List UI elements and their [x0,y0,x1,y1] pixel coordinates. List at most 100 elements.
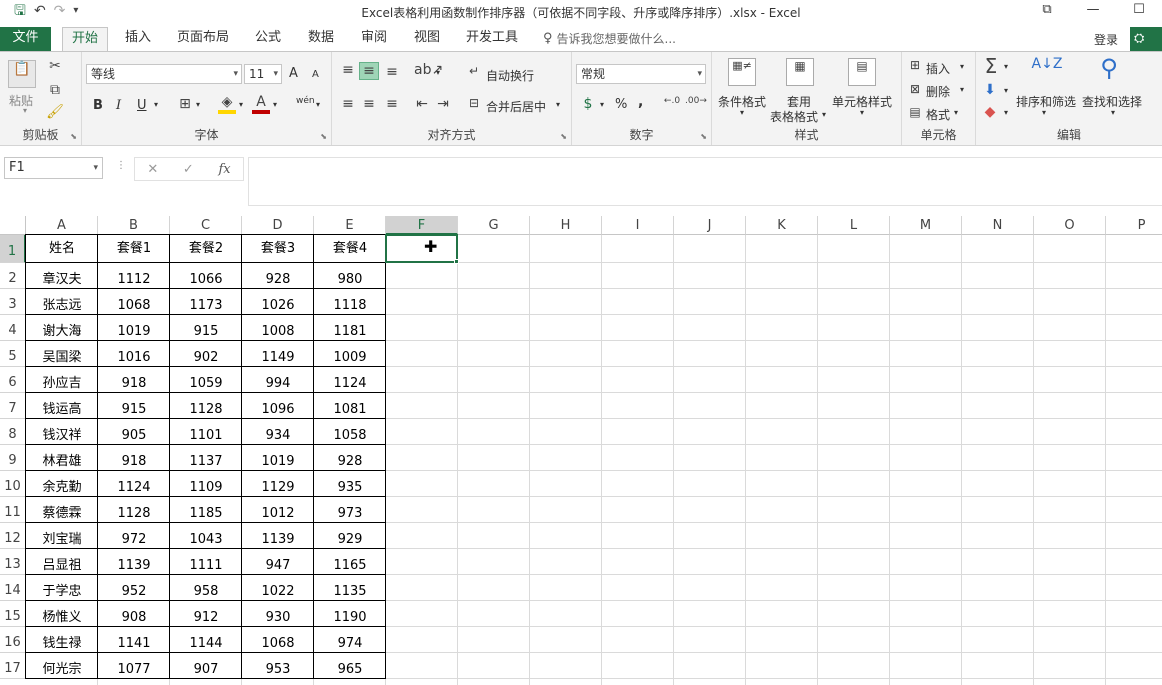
table-cell[interactable]: 1144 [170,631,242,657]
comma-style-button[interactable]: , [638,94,643,110]
dialog-launcher-icon[interactable]: ⬊ [560,132,567,141]
formula-bar-splitter[interactable]: ⋮ [116,160,126,171]
column-header-m[interactable]: M [890,216,962,235]
table-cell[interactable]: 余克勤 [26,475,98,501]
find-select-icon[interactable]: ⚲ [1094,54,1124,82]
table-header-cell[interactable]: 套餐2 [170,235,242,263]
table-cell[interactable]: 1124 [314,371,386,397]
copy-icon[interactable]: ⧉ [46,82,64,98]
table-cell[interactable]: 1124 [98,475,170,501]
table-cell[interactable]: 1019 [242,449,314,475]
table-cell[interactable]: 1101 [170,423,242,449]
table-cell[interactable]: 钱生禄 [26,631,98,657]
tab-review[interactable]: 审阅 [354,27,394,51]
table-cell[interactable]: 915 [170,319,242,345]
table-cell[interactable]: 902 [170,345,242,371]
table-cell[interactable]: 915 [98,397,170,423]
merge-dropdown-icon[interactable]: ▾ [556,100,560,109]
align-right-icon[interactable]: ≡ [382,96,402,112]
align-bottom-icon[interactable]: ≡ [382,64,402,80]
table-cell[interactable]: 杨惟义 [26,605,98,631]
column-header-n[interactable]: N [962,216,1034,235]
table-cell[interactable]: 974 [314,631,386,657]
column-header-d[interactable]: D [242,216,314,235]
decrease-font-size-icon[interactable]: A [312,69,319,80]
table-cell[interactable]: 孙应吉 [26,371,98,397]
enter-icon[interactable]: ✓ [183,162,194,177]
table-cell[interactable]: 980 [314,267,386,293]
autosum-icon[interactable]: Σ [980,54,1002,78]
cell-styles-icon[interactable]: ▤ [848,58,876,86]
row-header-2[interactable]: 2 [0,263,26,289]
table-cell[interactable]: 1118 [314,293,386,319]
table-cell[interactable]: 谢大海 [26,319,98,345]
row-header-5[interactable]: 5 [0,341,26,367]
delete-cells-button[interactable]: 删除 [926,83,950,100]
sort-dropdown-icon[interactable]: ▾ [1042,108,1046,117]
row-header-17[interactable]: 17 [0,653,26,679]
wrap-text-icon[interactable]: ↵ [466,64,482,78]
cond-format-dropdown-icon[interactable]: ▾ [740,108,744,117]
accounting-dropdown-icon[interactable]: ▾ [600,100,604,109]
dialog-launcher-icon[interactable]: ⬊ [700,132,707,141]
table-cell[interactable]: 钱运高 [26,397,98,423]
table-cell[interactable]: 1165 [314,553,386,579]
borders-icon[interactable]: ⊞ [176,96,194,112]
column-header-k[interactable]: K [746,216,818,235]
orientation-icon[interactable]: ab↗ [414,62,443,78]
merge-center-button[interactable]: 合并后居中 [486,98,546,115]
insert-function-icon[interactable]: fx [218,162,230,177]
table-cell[interactable]: 钱汉祥 [26,423,98,449]
table-cell[interactable]: 1111 [170,553,242,579]
column-header-a[interactable]: A [26,216,98,235]
active-cell-selection[interactable] [385,234,458,263]
tab-insert[interactable]: 插入 [118,27,158,51]
table-cell[interactable]: 1058 [314,423,386,449]
clear-icon[interactable]: ◆ [982,104,998,120]
column-header-g[interactable]: G [458,216,530,235]
decrease-decimal-icon[interactable]: .00→ [685,96,707,106]
align-left-icon[interactable]: ≡ [338,96,358,112]
table-cell[interactable]: 1137 [170,449,242,475]
table-cell[interactable]: 1016 [98,345,170,371]
table-cell[interactable]: 1129 [242,475,314,501]
table-cell[interactable]: 1043 [170,527,242,553]
font-color-dropdown-icon[interactable]: ▾ [273,100,277,109]
tab-page-layout[interactable]: 页面布局 [170,27,236,51]
table-cell[interactable]: 1128 [98,501,170,527]
table-cell[interactable]: 905 [98,423,170,449]
table-cell[interactable]: 1059 [170,371,242,397]
cell-styles-dropdown-icon[interactable]: ▾ [860,108,864,117]
bold-button[interactable]: B [93,98,103,113]
phonetic-guide-icon[interactable]: wén [296,96,315,106]
table-cell[interactable]: 1149 [242,345,314,371]
row-header-13[interactable]: 13 [0,549,26,575]
phonetic-dropdown-icon[interactable]: ▾ [316,100,320,109]
name-box[interactable]: F1 ▾ [4,157,103,179]
format-painter-icon[interactable]: 🖌 [46,104,64,120]
format-cells-icon[interactable]: ▤ [907,105,923,119]
format-cells-button[interactable]: 格式 [926,106,950,123]
underline-button[interactable]: U [137,98,147,113]
table-cell[interactable]: 952 [98,579,170,605]
table-cell[interactable]: 973 [314,501,386,527]
table-cell[interactable]: 何光宗 [26,657,98,683]
delete-cells-icon[interactable]: ⊠ [907,82,923,96]
column-header-j[interactable]: J [674,216,746,235]
insert-cells-button[interactable]: 插入 [926,60,950,77]
dialog-launcher-icon[interactable]: ⬊ [70,132,77,141]
autosum-dropdown-icon[interactable]: ▾ [1004,62,1008,71]
table-cell[interactable]: 928 [314,449,386,475]
number-format-select[interactable]: 常规 ▾ [576,64,706,84]
column-header-o[interactable]: O [1034,216,1106,235]
font-color-icon[interactable]: A [252,94,270,114]
tab-formulas[interactable]: 公式 [248,27,288,51]
table-cell[interactable]: 1081 [314,397,386,423]
table-cell[interactable]: 1066 [170,267,242,293]
table-cell[interactable]: 930 [242,605,314,631]
table-cell[interactable]: 蔡德霖 [26,501,98,527]
table-cell[interactable]: 907 [170,657,242,683]
table-cell[interactable]: 1135 [314,579,386,605]
table-cell[interactable]: 908 [98,605,170,631]
row-header-4[interactable]: 4 [0,315,26,341]
